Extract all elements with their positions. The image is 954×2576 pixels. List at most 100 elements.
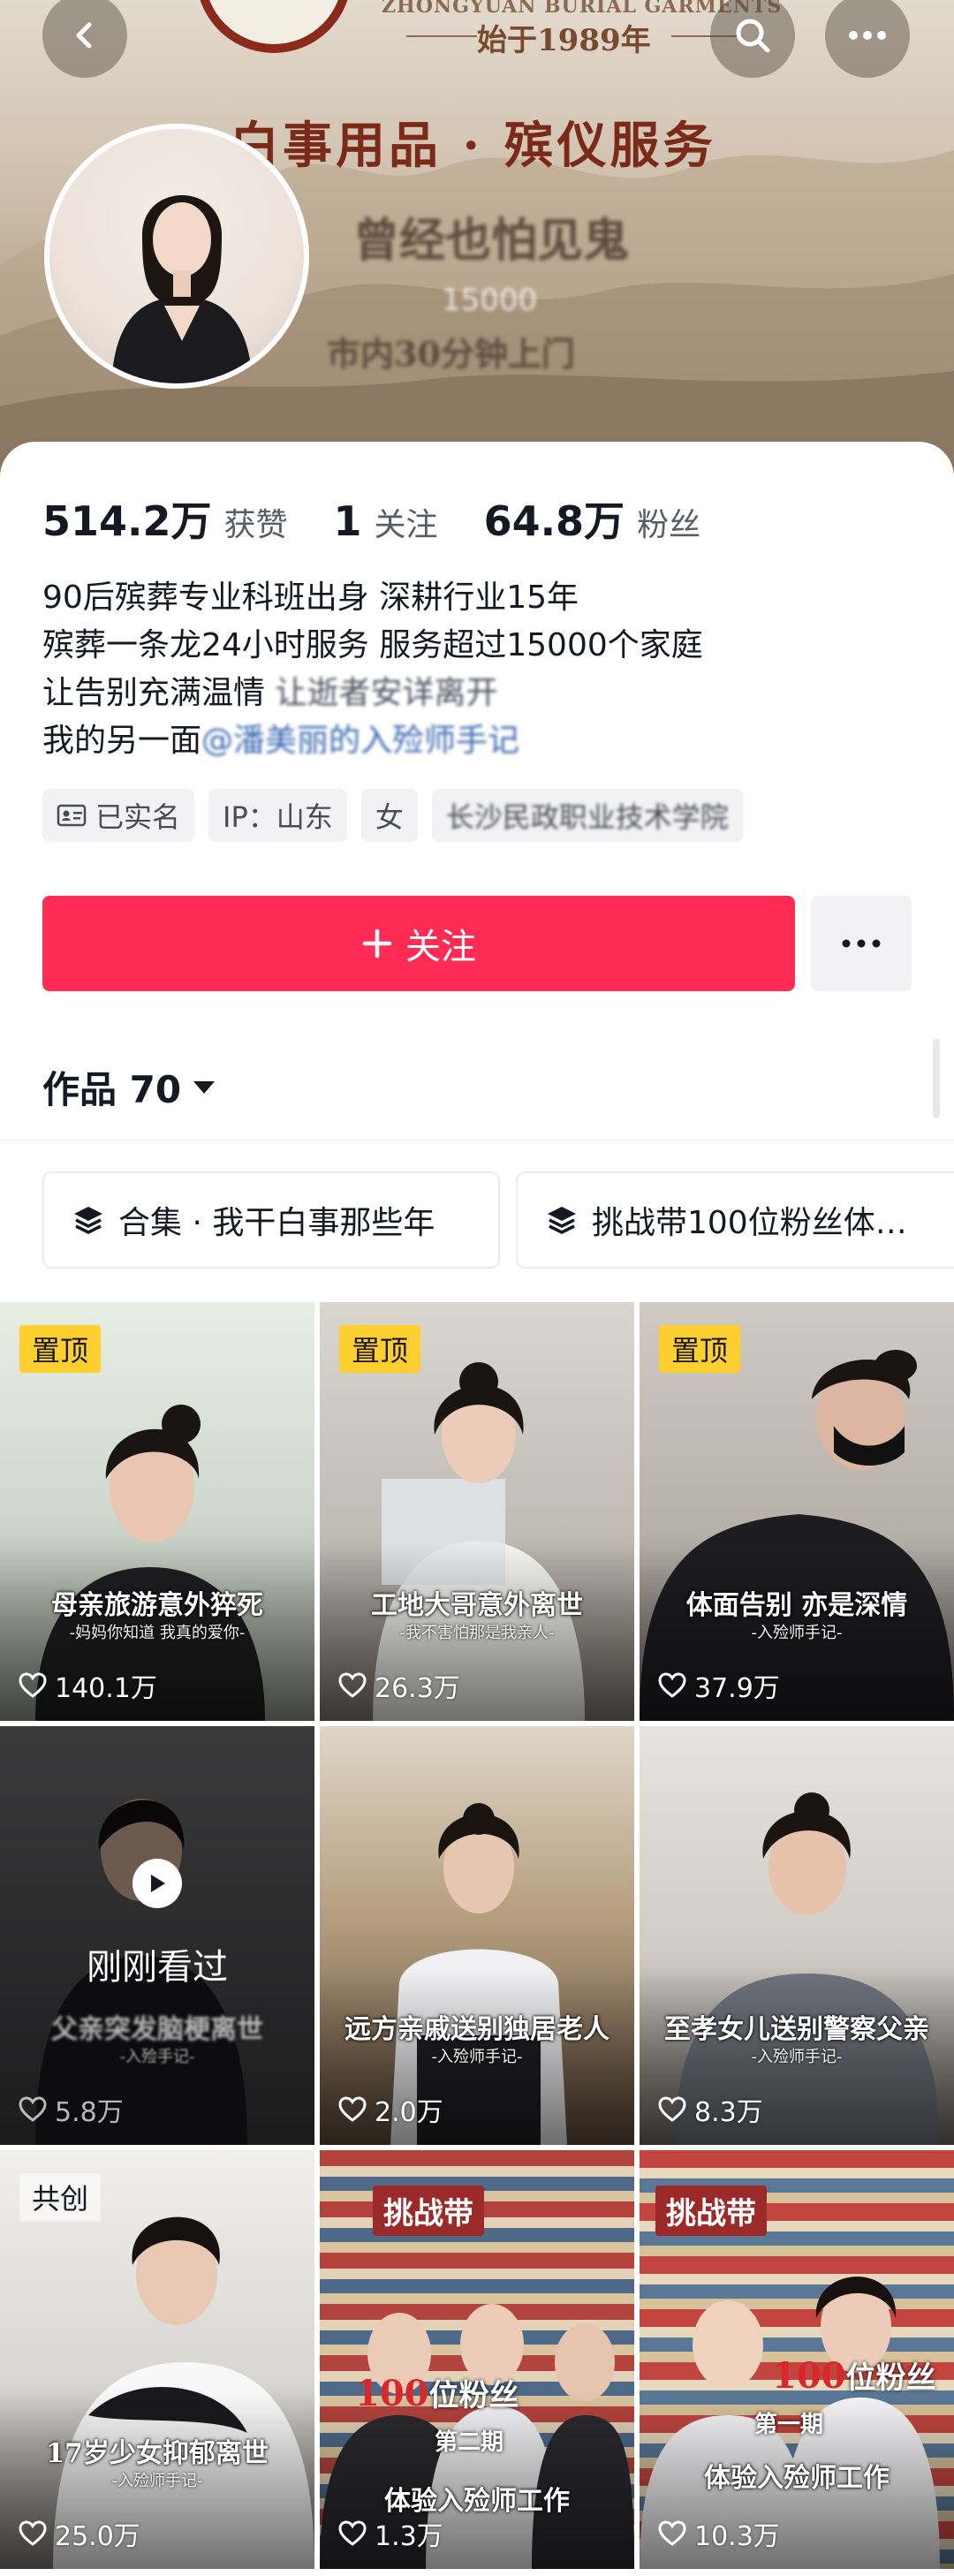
video-caption: 至孝女儿送别警察父亲 (664, 2014, 929, 2045)
id-card-icon (57, 804, 87, 827)
challenge-title: 挑战带 (655, 2186, 767, 2236)
pinned-badge: 置顶 (339, 1325, 421, 1373)
bio-text: 让逝者安详离开 (275, 675, 498, 711)
like-count-value: 10.3万 (694, 2521, 780, 2552)
collection-label: 合集 · 我干白事那些年 (118, 1205, 435, 1241)
bio-line: 90后殡葬专业科班出身 深耕行业15年 (42, 580, 579, 616)
video-caption: 母亲旅游意外猝死 (51, 1590, 263, 1621)
avatar-portrait (111, 195, 253, 383)
like-count: 140.1万 (18, 1666, 157, 1705)
fans-text: 位粉丝 (845, 2360, 936, 2396)
profile-tags: 已实名 IP：山东 女 长沙民政职业技术学院 (42, 789, 757, 842)
banner-blurred-text: 曾经也怕见鬼 (353, 214, 630, 268)
video-tile[interactable]: 共创 17岁少女抑郁离世 -入殓师手记- 25.0万 (0, 2150, 314, 2569)
episode-label: 第二期 (435, 2429, 504, 2456)
like-count: 2.0万 (337, 2090, 443, 2129)
like-count-value: 8.3万 (694, 2097, 763, 2128)
recently-watched-label: 刚刚看过 (87, 1947, 228, 1988)
plus-icon (362, 928, 392, 958)
gender-tag: 女 (360, 789, 418, 842)
profile-stats: 514.2万 获赞 1 关注 64.8万 粉丝 (42, 489, 746, 548)
chevron-left-icon (76, 22, 92, 49)
like-count-value: 5.8万 (55, 2097, 124, 2128)
bio-text: 让告别充满温情 (42, 675, 276, 711)
video-caption: 父亲突发脑梗离世 (51, 2014, 263, 2045)
like-count: 26.3万 (337, 1666, 460, 1705)
school-tag[interactable]: 长沙民政职业技术学院 (431, 789, 743, 842)
like-count: 8.3万 (657, 2090, 763, 2129)
video-tile[interactable]: 刚刚看过 父亲突发脑梗离世 -入殓手记- 5.8万 (0, 1726, 314, 2145)
heart-outline-icon (338, 2520, 367, 2546)
heart-outline-icon (658, 2096, 686, 2122)
follow-button[interactable]: 关注 (42, 896, 795, 991)
like-count-value: 26.3万 (375, 1673, 460, 1704)
following-count[interactable]: 1 (334, 497, 362, 545)
like-count-value: 25.0万 (55, 2521, 140, 2552)
video-tile[interactable]: 挑战带 100位粉丝 第一期 体验入殓师工作 10.3万 (640, 2150, 954, 2569)
video-caption: 17岁少女抑郁离世 (46, 2438, 269, 2469)
heart-outline-icon (658, 1672, 686, 1698)
play-button[interactable] (132, 1859, 182, 1908)
video-tile[interactable]: 挑战带 100位粉丝 第二期 体验入殓师工作 1.3万 (320, 2150, 634, 2569)
video-caption: 体面告别 亦是深情 (685, 1590, 908, 1621)
following-label[interactable]: 关注 (375, 499, 438, 545)
caret-down-icon (193, 1080, 216, 1094)
like-count-value: 2.0万 (375, 2097, 443, 2128)
video-tile[interactable]: 置顶 工地大哥意外离世 -我不害怕那是我亲人- 26.3万 (320, 1302, 634, 1721)
layers-icon (548, 1207, 576, 1234)
profile-more-button[interactable] (811, 896, 912, 991)
video-subcaption: -入殓手记- (119, 2048, 195, 2066)
heart-outline-icon (338, 2096, 367, 2122)
like-count-value: 140.1万 (55, 1673, 157, 1704)
followers-label[interactable]: 粉丝 (637, 499, 700, 545)
likes-count: 514.2万 (42, 497, 212, 545)
profile-bio: 90后殡葬专业科班出身 深耕行业15年 殡葬一条龙24小时服务 服务超过1500… (42, 574, 917, 765)
video-subcaption: -我不害怕那是我亲人- (399, 1624, 555, 1642)
like-count: 25.0万 (18, 2514, 140, 2553)
bio-mention-link[interactable]: @潘美丽的入殓师手记 (201, 723, 519, 759)
heart-outline-icon (19, 2096, 47, 2122)
episode-label: 第一期 (754, 2412, 824, 2438)
fans-headline: 100位粉丝 (355, 2371, 519, 2414)
collection-chip[interactable]: 合集 · 我干白事那些年 (42, 1171, 500, 1269)
video-tile[interactable]: 远方亲戚送别独居老人 -入殓师手记- 2.0万 (320, 1726, 634, 2145)
ip-label: IP：山东 (223, 800, 333, 834)
brand-divider (406, 35, 477, 37)
avatar[interactable] (44, 124, 309, 389)
search-icon (736, 19, 770, 53)
pinned-badge: 置顶 (659, 1325, 741, 1373)
like-count: 5.8万 (18, 2090, 124, 2129)
like-count: 37.9万 (657, 1666, 780, 1705)
video-caption: 体验入殓师工作 (384, 2486, 570, 2517)
follow-label: 关注 (405, 927, 476, 967)
followers-count[interactable]: 64.8万 (484, 489, 625, 548)
fans-number: 100 (772, 2355, 846, 2397)
bio-line: 我的另一面@潘美丽的入殓师手记 (42, 717, 917, 765)
more-dots-icon (842, 939, 881, 948)
works-label: 作品 70 (42, 1068, 182, 1111)
fans-number: 100 (355, 2373, 429, 2414)
video-subcaption: -入殓师手记- (111, 2472, 203, 2490)
video-tile[interactable]: 置顶 体面告别 亦是深情 -入殓师手记- 37.9万 (640, 1302, 954, 1721)
heart-outline-icon (19, 1672, 47, 1698)
collection-chip[interactable]: 挑战带100位粉丝体… (516, 1171, 954, 1269)
watched-overlay (0, 1726, 314, 2145)
scroll-indicator (933, 1039, 940, 1118)
video-subcaption: -入殓师手记- (751, 1624, 843, 1642)
challenge-title: 挑战带 (373, 2186, 484, 2236)
video-caption: 工地大哥意外离世 (371, 1590, 583, 1621)
profile-card: 514.2万 获赞 1 关注 64.8万 粉丝 90后殡葬专业科班出身 深耕行业… (0, 442, 954, 1299)
like-count: 10.3万 (657, 2514, 780, 2553)
video-tile[interactable]: 置顶 母亲旅游意外猝死 -妈妈你知道 我真的爱你- 140.1万 (0, 1302, 314, 1721)
bio-text: 我的另一面 (42, 723, 202, 759)
verified-label: 已实名 (95, 800, 181, 834)
banner-blurred-text: 15000 (442, 283, 538, 318)
video-subcaption: -入殓师手记- (751, 2048, 843, 2066)
like-count-value: 37.9万 (694, 1673, 780, 1704)
heart-outline-icon (338, 1672, 367, 1698)
video-tile[interactable]: 至孝女儿送别警察父亲 -入殓师手记- 8.3万 (640, 1726, 954, 2145)
works-tab[interactable]: 作品 70 (42, 1060, 216, 1114)
layers-icon (74, 1207, 102, 1234)
video-caption: 远方亲戚送别独居老人 (344, 2014, 610, 2045)
like-count-value: 1.3万 (375, 2521, 443, 2552)
